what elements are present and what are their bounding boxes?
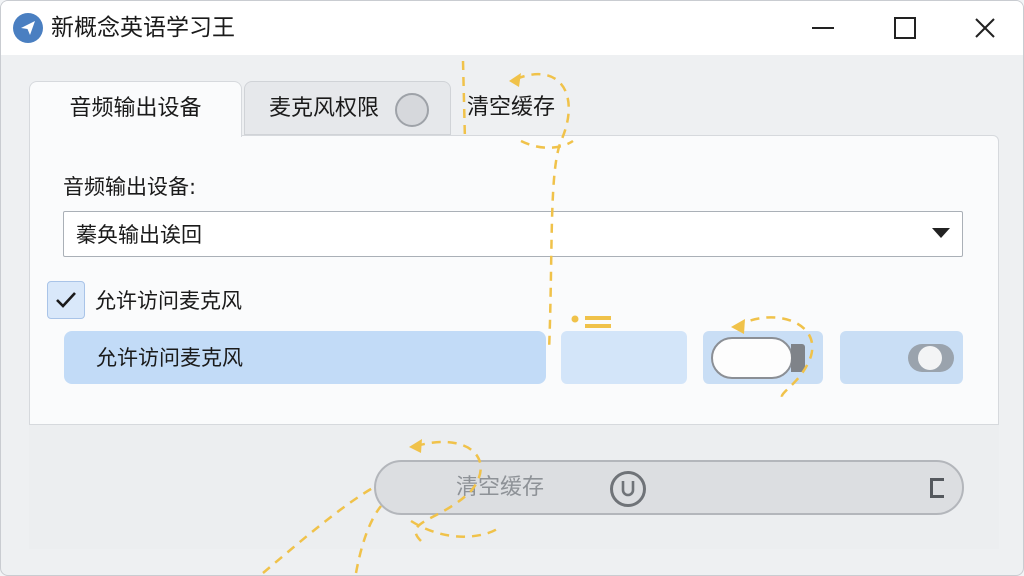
mic-toggle-button[interactable] bbox=[703, 331, 823, 384]
app-window: 新概念英语学习王 音频输出设备 麦克风权限 清空缓存 音频输出设备: 蓁奂输出诶… bbox=[0, 0, 1024, 576]
maximize-button[interactable] bbox=[885, 9, 925, 47]
audio-output-select[interactable]: 蓁奂输出诶回 bbox=[63, 211, 963, 257]
checkmark-icon bbox=[56, 292, 76, 308]
mic-switch-button[interactable] bbox=[840, 331, 963, 384]
window-title: 新概念英语学习王 bbox=[51, 15, 235, 41]
allow-mic-button-label: 允许访问麦克风 bbox=[96, 346, 243, 370]
close-icon bbox=[975, 18, 995, 38]
title-bar: 新概念英语学习王 bbox=[1, 1, 1023, 55]
audio-output-value: 蓁奂输出诶回 bbox=[76, 223, 202, 247]
maximize-icon bbox=[894, 17, 916, 39]
close-button[interactable] bbox=[965, 9, 1005, 47]
audio-output-label: 音频输出设备: bbox=[63, 175, 197, 199]
bracket-icon bbox=[930, 478, 944, 498]
blank-option-button[interactable] bbox=[561, 331, 687, 384]
pill-toggle-icon bbox=[711, 337, 793, 379]
send-plane-icon bbox=[13, 13, 43, 43]
toggle-knob-icon bbox=[395, 93, 429, 127]
chevron-down-icon bbox=[932, 228, 950, 238]
allow-mic-checkbox-label: 允许访问麦克风 bbox=[95, 289, 242, 313]
minimize-icon bbox=[812, 27, 834, 29]
tab-mic-permission-label: 麦克风权限 bbox=[269, 96, 380, 121]
toggle-grip-icon bbox=[791, 344, 805, 372]
tab-audio-output[interactable]: 音频输出设备 bbox=[29, 81, 242, 137]
clear-cache-button[interactable]: 清空缓存 bbox=[374, 460, 964, 515]
tab-mic-permission[interactable]: 麦克风权限 bbox=[244, 81, 451, 135]
allow-mic-checkbox[interactable] bbox=[47, 281, 85, 319]
annotation-line-left bbox=[461, 60, 467, 142]
allow-mic-button[interactable]: 允许访问麦克风 bbox=[64, 331, 546, 384]
switch-knob-icon bbox=[918, 346, 942, 370]
power-u-icon bbox=[610, 471, 646, 507]
clear-cache-button-label: 清空缓存 bbox=[456, 475, 545, 500]
tab-clear-cache[interactable]: 清空缓存 bbox=[467, 81, 587, 135]
minimize-button[interactable] bbox=[803, 9, 843, 47]
